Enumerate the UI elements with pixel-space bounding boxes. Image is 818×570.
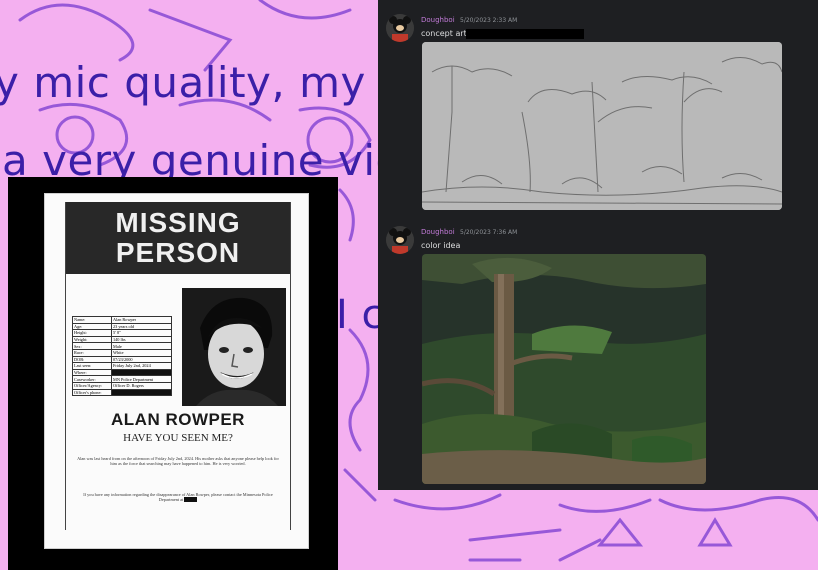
message-timestamp: 5/20/2023 7:36 AM [460,229,518,236]
poster-info-value: 23 years old [111,322,172,331]
message-username[interactable]: Doughboi [421,228,455,236]
message-username[interactable]: Doughboi [421,16,455,24]
poster-info-row: Where: [72,368,172,377]
poster-info-key: Where: [72,368,112,377]
poster-paragraph-2: If you have any information regarding th… [76,492,280,503]
poster-info-row: Height: 5' 8" [72,329,172,337]
poster-info-value: 140 lbs [111,335,172,344]
poster-header: MISSING PERSON [66,202,290,274]
poster-paragraph-2-text: If you have any information regarding th… [83,492,273,503]
poster-info-key: Height: [72,329,112,337]
poster-info-key: Sex: [72,342,112,350]
poster-info-value [111,388,172,397]
missing-person-photo [182,288,286,406]
poster-info-table: Name: Alan Rowper Age: 23 years old Height: 5… [72,316,172,397]
poster-info-row: Age: 23 years old [72,322,172,331]
poster-info-key: Officer's phone: [72,388,112,397]
attachment-concept-art[interactable] [422,42,782,210]
poster-info-row: Officer's phone: [72,388,172,397]
poster-info-row: Name: Alan Rowper [72,316,172,324]
poster-paragraph-1: Alan was last heard from on the afternoo… [77,456,279,467]
poster-content: MISSING PERSON Name: Alan Rowper Age: 23 ye… [65,202,291,530]
poster-info-value: Male [111,342,172,350]
poster-header-text: MISSING PERSON [115,207,241,268]
poster-info-row: Last seen: Friday July 2nd, 2024 [72,362,172,370]
discord-chat-panel: Doughboi 5/20/2023 2:33 AM concept art D… [378,0,818,490]
poster-tagline: HAVE YOU SEEN ME? [123,432,233,444]
user-avatar[interactable] [386,226,414,254]
poster-info-key: Caseworker: [72,375,112,383]
poster-info-key: Race: [72,348,112,357]
video-caption-fragment-4: I c [336,292,385,338]
poster-info-row: Sex: Male [72,342,172,350]
poster-info-row: Caseworker: MN Police Department [72,375,172,383]
message-text: concept art [421,29,467,38]
poster-info-value: White [111,348,172,357]
poster-info-value: Officer D. Rogers [111,381,172,390]
poster-info-row: Officer/Agency: Officer D. Rogers [72,381,172,390]
redacted-bar [466,29,584,39]
message-timestamp: 5/20/2023 2:33 AM [460,17,518,24]
video-caption-line-1: y mic quality, my m [0,58,422,107]
redacted-phone [184,497,198,503]
poster-info-row: Race: White [72,348,172,357]
missing-person-poster: MISSING PERSON Name: Alan Rowper Age: 23 ye… [44,193,309,549]
poster-info-row: Weight: 140 lbs [72,335,172,344]
poster-overlay: MISSING PERSON Name: Alan Rowper Age: 23 ye… [8,177,338,570]
poster-info-value: 07/23/2000 [111,355,172,364]
poster-info-value: MN Police Department [111,375,172,383]
attachment-color-idea[interactable] [422,254,706,484]
poster-info-value: 5' 8" [111,329,172,337]
missing-person-name: ALAN ROWPER [111,410,245,429]
poster-info-row: DOB: 07/23/2000 [72,355,172,364]
poster-info-key: Last seen: [72,362,112,370]
poster-info-key: Officer/Agency: [72,381,112,390]
poster-info-key: Age: [72,322,112,331]
poster-info-value: Friday July 2nd, 2024 [111,362,172,370]
poster-info-key: Name: [72,316,112,324]
message-text: color idea [421,241,461,250]
poster-info-value: Alan Rowper [111,316,172,324]
poster-info-key: DOB: [72,355,112,364]
poster-info-value [111,368,172,377]
user-avatar[interactable] [386,14,414,42]
poster-info-key: Weight: [72,335,112,344]
